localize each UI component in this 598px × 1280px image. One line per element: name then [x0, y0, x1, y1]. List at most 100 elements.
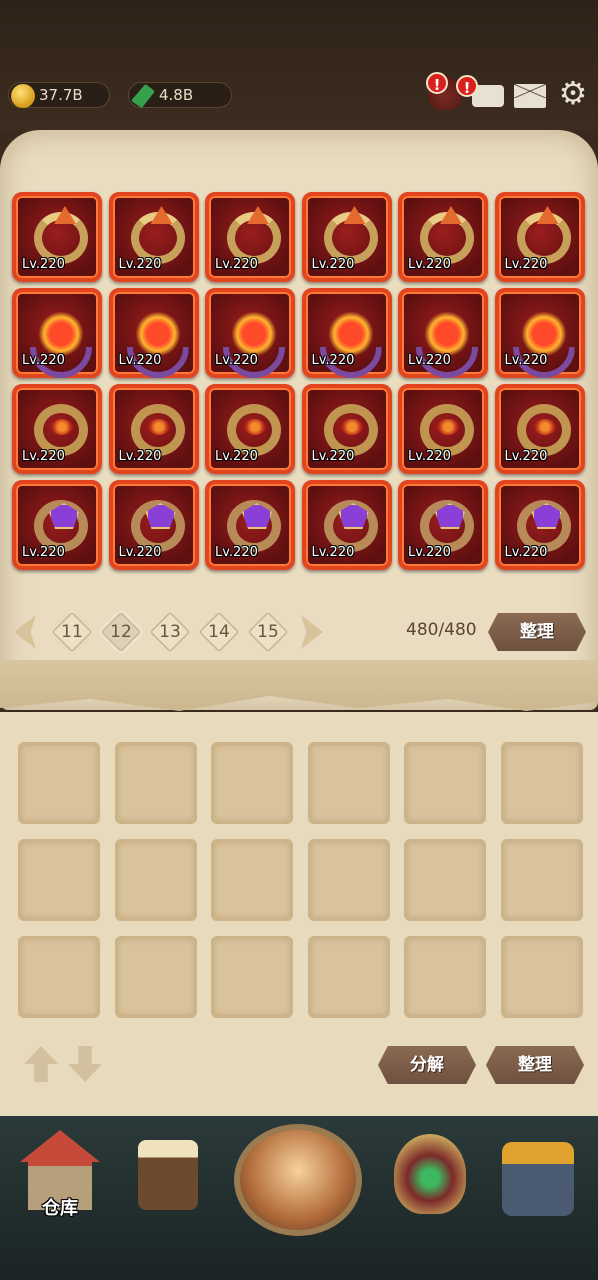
- sort-slots-button[interactable]: 整理: [486, 1046, 584, 1084]
- item-level: Lv.220: [215, 449, 258, 464]
- top-icons: ! ! ⚙: [426, 72, 590, 110]
- inventory-item[interactable]: Lv.220: [301, 480, 392, 570]
- empty-slot[interactable]: [211, 936, 293, 1018]
- empty-slot[interactable]: [18, 839, 100, 921]
- inventory-item[interactable]: Lv.220: [494, 288, 585, 378]
- inventory-item[interactable]: Lv.220: [301, 192, 392, 282]
- item-level: Lv.220: [22, 449, 65, 464]
- inventory-item[interactable]: Lv.220: [494, 192, 585, 282]
- gear-icon[interactable]: ⚙: [556, 76, 590, 110]
- item-level: Lv.220: [408, 545, 451, 560]
- empty-slot[interactable]: [114, 742, 197, 824]
- next-page-arrow-icon[interactable]: [301, 615, 323, 649]
- paper-tear-divider: [0, 660, 598, 711]
- mail-icon[interactable]: [514, 83, 546, 108]
- nav-warehouse-label: 仓库: [42, 1198, 78, 1219]
- item-level: Lv.220: [22, 257, 65, 272]
- empty-slot[interactable]: [211, 839, 293, 921]
- nav-tavern[interactable]: [118, 1120, 218, 1230]
- pager: 11 12 13 14 15 480/480 整理: [14, 611, 588, 653]
- empty-slot[interactable]: [500, 742, 583, 824]
- item-level: Lv.220: [215, 545, 258, 560]
- empty-slot[interactable]: [500, 839, 583, 921]
- item-level: Lv.220: [504, 353, 548, 368]
- chat-icon[interactable]: !: [456, 75, 504, 107]
- item-level: Lv.220: [118, 545, 162, 560]
- inventory-count: 480/480: [406, 620, 477, 640]
- decompose-button[interactable]: 分解: [378, 1046, 476, 1084]
- gem-orb-icon: [394, 1134, 466, 1214]
- empty-slot[interactable]: [500, 936, 583, 1018]
- gem-resource[interactable]: 4.8B: [128, 82, 232, 108]
- top-bar: [0, 0, 598, 130]
- forge-icon: [502, 1142, 574, 1216]
- nav-forge[interactable]: [488, 1120, 588, 1230]
- page-button[interactable]: 13: [150, 612, 190, 652]
- item-level: Lv.220: [118, 257, 162, 272]
- inventory-item[interactable]: Lv.220: [398, 480, 488, 570]
- inventory-item[interactable]: Lv.220: [494, 480, 585, 570]
- nav-warehouse[interactable]: 仓库: [10, 1120, 110, 1230]
- green-gem-icon: [131, 84, 155, 108]
- inventory-item[interactable]: Lv.220: [398, 288, 488, 378]
- empty-slot[interactable]: [404, 839, 486, 921]
- inventory-item[interactable]: Lv.220: [108, 288, 199, 378]
- inventory-item[interactable]: Lv.220: [12, 288, 102, 378]
- inventory-item[interactable]: Lv.220: [12, 384, 102, 474]
- item-level: Lv.220: [118, 353, 162, 368]
- disassemble-slots: [18, 742, 583, 1018]
- nav-adventure[interactable]: [228, 1120, 368, 1236]
- item-level: Lv.220: [504, 545, 548, 560]
- sort-inventory-button[interactable]: 整理: [488, 613, 586, 651]
- inventory-item[interactable]: Lv.220: [108, 480, 199, 570]
- gold-resource[interactable]: 37.7B: [8, 82, 110, 108]
- item-level: Lv.220: [311, 545, 355, 560]
- adventure-portal-icon: [234, 1124, 362, 1236]
- inventory-item[interactable]: Lv.220: [205, 288, 295, 378]
- inventory-item[interactable]: Lv.220: [301, 384, 392, 474]
- inventory-item[interactable]: Lv.220: [398, 384, 488, 474]
- gold-coin-icon: [11, 84, 35, 108]
- empty-slot[interactable]: [114, 839, 197, 921]
- inventory-item[interactable]: Lv.220: [205, 384, 295, 474]
- item-level: Lv.220: [311, 257, 355, 272]
- empty-slot[interactable]: [307, 839, 390, 921]
- page-button[interactable]: 12: [101, 612, 141, 652]
- item-level: Lv.220: [504, 449, 548, 464]
- prev-page-arrow-icon[interactable]: [14, 615, 36, 649]
- empty-slot[interactable]: [18, 936, 100, 1018]
- item-level: Lv.220: [118, 449, 162, 464]
- inventory-grid: Lv.220 Lv.220 Lv.220 Lv.220 Lv.220 Lv.220 Lv.2…: [12, 192, 588, 570]
- page-button[interactable]: 14: [199, 612, 239, 652]
- page-button[interactable]: 11: [52, 612, 92, 652]
- item-level: Lv.220: [22, 545, 65, 560]
- empty-slot[interactable]: [211, 742, 293, 824]
- inventory-item[interactable]: Lv.220: [205, 192, 295, 282]
- empty-slot[interactable]: [404, 936, 486, 1018]
- gem-value: 4.8B: [159, 86, 194, 104]
- empty-slot[interactable]: [307, 742, 390, 824]
- inventory-item[interactable]: Lv.220: [108, 192, 199, 282]
- inventory-item[interactable]: Lv.220: [108, 384, 199, 474]
- inventory-item[interactable]: Lv.220: [12, 192, 102, 282]
- item-level: Lv.220: [311, 353, 355, 368]
- item-level: Lv.220: [215, 257, 258, 272]
- item-level: Lv.220: [311, 449, 355, 464]
- empty-slot[interactable]: [114, 936, 197, 1018]
- alert-badge: !: [426, 72, 448, 94]
- empty-slot[interactable]: [18, 742, 100, 824]
- beer-mug-icon: [138, 1140, 198, 1210]
- inventory-item[interactable]: Lv.220: [12, 480, 102, 570]
- inventory-item[interactable]: Lv.220: [494, 384, 585, 474]
- item-level: Lv.220: [408, 257, 451, 272]
- inventory-item[interactable]: Lv.220: [301, 288, 392, 378]
- empty-slot[interactable]: [307, 936, 390, 1018]
- page-button[interactable]: 15: [248, 612, 288, 652]
- alert-badge: !: [456, 75, 478, 97]
- inventory-item[interactable]: Lv.220: [398, 192, 488, 282]
- empty-slot[interactable]: [404, 742, 486, 824]
- gold-value: 37.7B: [39, 86, 83, 104]
- inventory-item[interactable]: Lv.220: [205, 480, 295, 570]
- nav-altar[interactable]: [380, 1120, 480, 1230]
- item-level: Lv.220: [504, 257, 548, 272]
